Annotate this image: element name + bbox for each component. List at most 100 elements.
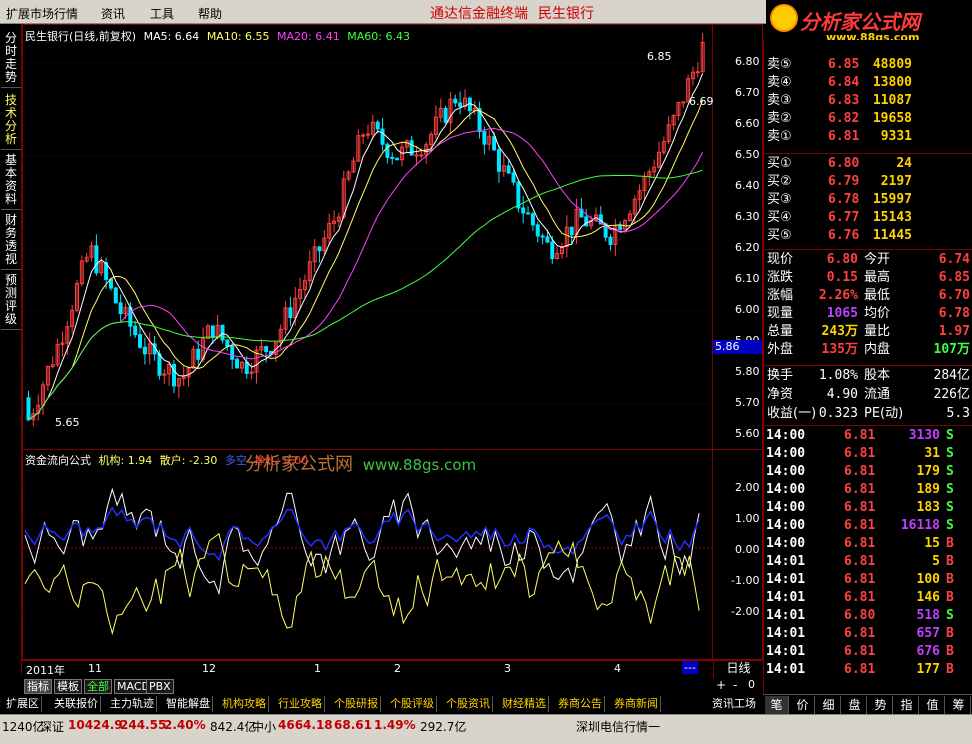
tick-row: 14:01 6.81 100 B [766,572,954,587]
menu-tools[interactable]: 工具 [150,5,174,22]
tick-row: 14:00 6.81 183 S [766,500,954,515]
candle [230,346,235,360]
ma10-value: MA10: 6.55 [206,30,270,43]
sh-line [24,532,700,636]
status-sz-change: 244.55 [120,718,167,732]
candle [361,134,366,137]
zoom-in-icon[interactable]: + [716,678,726,692]
candle [492,136,497,151]
ask-row[interactable]: 卖① 6.81 9331 [764,128,972,146]
price-label: 5.80 [735,365,760,378]
btn-industry-strategy[interactable]: 行业攻略 [276,696,325,712]
ask-row[interactable]: 卖③ 6.83 11087 [764,92,972,110]
ask-row[interactable]: 卖④ 6.84 13800 [764,74,972,92]
quote-tab[interactable]: 笔 [765,696,789,714]
tab-finance[interactable]: 财务透视 [1,214,21,270]
indicator-chart[interactable]: 资金流向公式 机构: 1.94 散户: -2.30 多空 挣扎: 0.00 分析… [22,450,713,660]
ask-row[interactable]: 卖② 6.82 19658 [764,110,972,128]
bid-row[interactable]: 买④ 6.77 15143 [764,209,972,227]
candle [118,302,123,315]
candle [618,225,623,230]
reset-icon[interactable]: 0 [748,678,755,691]
candle [317,246,322,252]
tab-technical[interactable]: 技术分析 [1,94,21,150]
tab-intraday[interactable]: 分时走势 [1,32,21,88]
tick-row: 14:01 6.81 676 B [766,644,954,659]
candle [545,236,550,243]
btn-broker-notice[interactable]: 券商公告 [556,696,605,712]
stat-row: 总量 243万 量比 1.97 [767,324,970,339]
price-label: 5.60 [735,427,760,440]
quote-tab[interactable]: 细 [817,696,841,714]
quote-tab[interactable]: 筹 [947,696,971,714]
low-marker: 5.65 [55,416,80,429]
status-feed: 深圳电信行情一 [576,720,661,734]
menu-extended-market[interactable]: 扩展市场行情 [6,5,78,22]
stock-title: 民生银行 [538,6,594,22]
btn-info-factory[interactable]: 资讯工场 [710,696,758,712]
status-zx-label: 中小 [252,720,277,734]
candle [172,363,176,387]
btn-finance-select[interactable]: 财经精选 [500,696,549,712]
stat-row: 收益(一) 0.323 PE(动) 5.3 [767,406,970,421]
bid-row[interactable]: 买③ 6.78 15997 [764,191,972,209]
indicator-name: 资金流向公式 [25,454,91,467]
price-label: 6.30 [735,210,760,223]
candle [133,325,138,336]
ma5-value: MA5: 6.64 [143,30,200,43]
candle [608,236,613,245]
quote-tab[interactable]: 值 [921,696,945,714]
menu-news[interactable]: 资讯 [101,5,125,22]
indicator-jg: 机构: 1.94 [98,454,153,467]
status-bar: 1240亿 深证 10424.9 244.55 2.40% 842.4亿 中小 … [0,714,972,744]
ask-row[interactable]: 卖⑤ 6.85 48809 [764,56,972,74]
btn-broker-news[interactable]: 券商新闻 [612,696,661,712]
candle [220,324,225,341]
left-tabs: 分时走势 技术分析 基本资料 财务透视 预测评级 [0,24,22,674]
duo-line [24,506,700,562]
candle [235,358,240,369]
quote-tab[interactable]: 指 [895,696,919,714]
quote-tab[interactable]: 势 [869,696,893,714]
tick-row: 14:00 6.81 15 B [766,536,954,551]
candle [506,165,511,174]
bid-row[interactable]: 买⑤ 6.76 11445 [764,227,972,245]
quote-tab[interactable]: 价 [791,696,815,714]
btn-extended[interactable]: 扩展区 [4,696,42,712]
indicator-duo: 多空 [224,454,247,467]
candle [409,140,414,156]
kline-chart[interactable]: 6.85 5.65 民生银行(日线,前复权) MA5: 6.64 MA10: 6… [22,24,713,450]
candle [511,172,516,183]
candle [264,346,269,353]
candle [26,397,31,421]
btn-main-track[interactable]: 主力轨迹 [108,696,157,712]
candle [569,226,574,236]
bid-row[interactable]: 买① 6.80 24 [764,155,972,173]
tab-pbx[interactable]: PBX [146,679,174,694]
quote-tab[interactable]: 盘 [843,696,867,714]
watermark: 分析家公式网 www.88gs.com [245,454,477,475]
btn-stock-news[interactable]: 个股资讯 [444,696,493,712]
menu-help[interactable]: 帮助 [198,5,222,22]
bid-row[interactable]: 买② 6.79 2197 [764,173,972,191]
tab-basic-info[interactable]: 基本资料 [1,154,21,210]
btn-stock-research[interactable]: 个股研报 [332,696,381,712]
tick-row: 14:01 6.81 146 B [766,590,954,605]
candle [225,339,230,348]
candle [138,334,143,348]
tab-indicator[interactable]: 指标 [24,679,52,694]
tab-template[interactable]: 模板 [54,679,82,694]
tick-row: 14:00 6.81 3130 S [766,428,954,443]
candle [288,307,293,319]
btn-smart-analysis[interactable]: 智能解盘 [164,696,213,712]
btn-inst-strategy[interactable]: 机构攻略 [220,696,269,712]
stat-row: 现价 6.80 今开 6.74 [767,252,970,267]
btn-stock-rating[interactable]: 个股评级 [388,696,437,712]
tab-forecast[interactable]: 预测评级 [1,274,21,330]
btn-related-quote[interactable]: 关联报价 [52,696,101,712]
tab-all[interactable]: 全部 [84,679,112,694]
price-tag: 5.86 [713,340,762,354]
zoom-out-icon[interactable]: - [733,678,737,692]
period-selector[interactable]: 日线 [713,660,763,678]
tick-row: 14:00 6.81 31 S [766,446,954,461]
